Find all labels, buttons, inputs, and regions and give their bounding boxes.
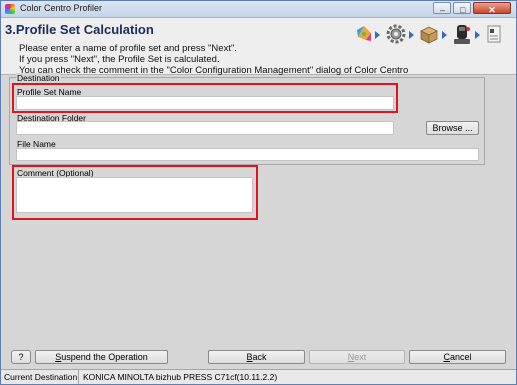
highlight-frame-profile-set-name <box>12 83 398 113</box>
close-icon: ✕ <box>488 5 496 15</box>
title-bar: Color Centro Profiler – □ ✕ <box>1 1 516 18</box>
destination-legend: Destination <box>16 73 61 83</box>
next-button[interactable]: Next <box>309 350 405 364</box>
cancel-button[interactable]: Cancel <box>409 350 506 364</box>
browse-button[interactable]: Browse ... <box>426 121 479 135</box>
help-button[interactable]: ? <box>11 350 31 364</box>
step-arrow-icon <box>475 31 480 39</box>
close-button[interactable]: ✕ <box>473 2 511 15</box>
file-name-input[interactable] <box>16 148 479 161</box>
highlight-frame-comment <box>12 165 258 220</box>
instruction-line-3: You can check the comment in the "Color … <box>19 65 409 76</box>
minimize-button[interactable]: – <box>433 2 451 15</box>
step-header: 3.Profile Set Calculation Please enter a… <box>1 18 516 76</box>
destination-folder-input[interactable] <box>16 121 394 135</box>
maximize-icon: □ <box>460 5 466 15</box>
suspend-operation-button[interactable]: Suspend the Operation <box>35 350 168 364</box>
status-label: Current Destination <box>4 372 78 382</box>
measuring-device-icon <box>454 25 470 44</box>
instruction-line-1: Please enter a name of profile set and p… <box>19 43 237 54</box>
minimize-icon: – <box>440 5 446 15</box>
status-value: KONICA MINOLTA bizhub PRESS C71cf(10.11.… <box>83 372 278 382</box>
window-title: Color Centro Profiler <box>20 3 103 13</box>
application-window: Color Centro Profiler – □ ✕ 3.Profile Se… <box>0 0 517 385</box>
page-title: 3.Profile Set Calculation <box>5 22 154 37</box>
help-icon: ? <box>18 352 24 362</box>
instruction-line-2: If you press "Next", the Profile Set is … <box>19 54 220 65</box>
step-arrow-icon <box>409 31 414 39</box>
step-arrow-icon <box>375 31 380 39</box>
maximize-button[interactable]: □ <box>453 2 471 15</box>
status-bar: Current Destination KONICA MINOLTA bizhu… <box>1 369 516 384</box>
status-divider <box>78 370 79 384</box>
step-arrow-icon <box>442 31 447 39</box>
settings-gear-icon <box>386 24 406 44</box>
app-logo-icon <box>5 4 15 14</box>
color-wheel-icon <box>357 26 371 41</box>
back-button[interactable]: Back <box>208 350 305 364</box>
document-icon <box>487 25 501 43</box>
box-profile-icon <box>420 26 438 44</box>
